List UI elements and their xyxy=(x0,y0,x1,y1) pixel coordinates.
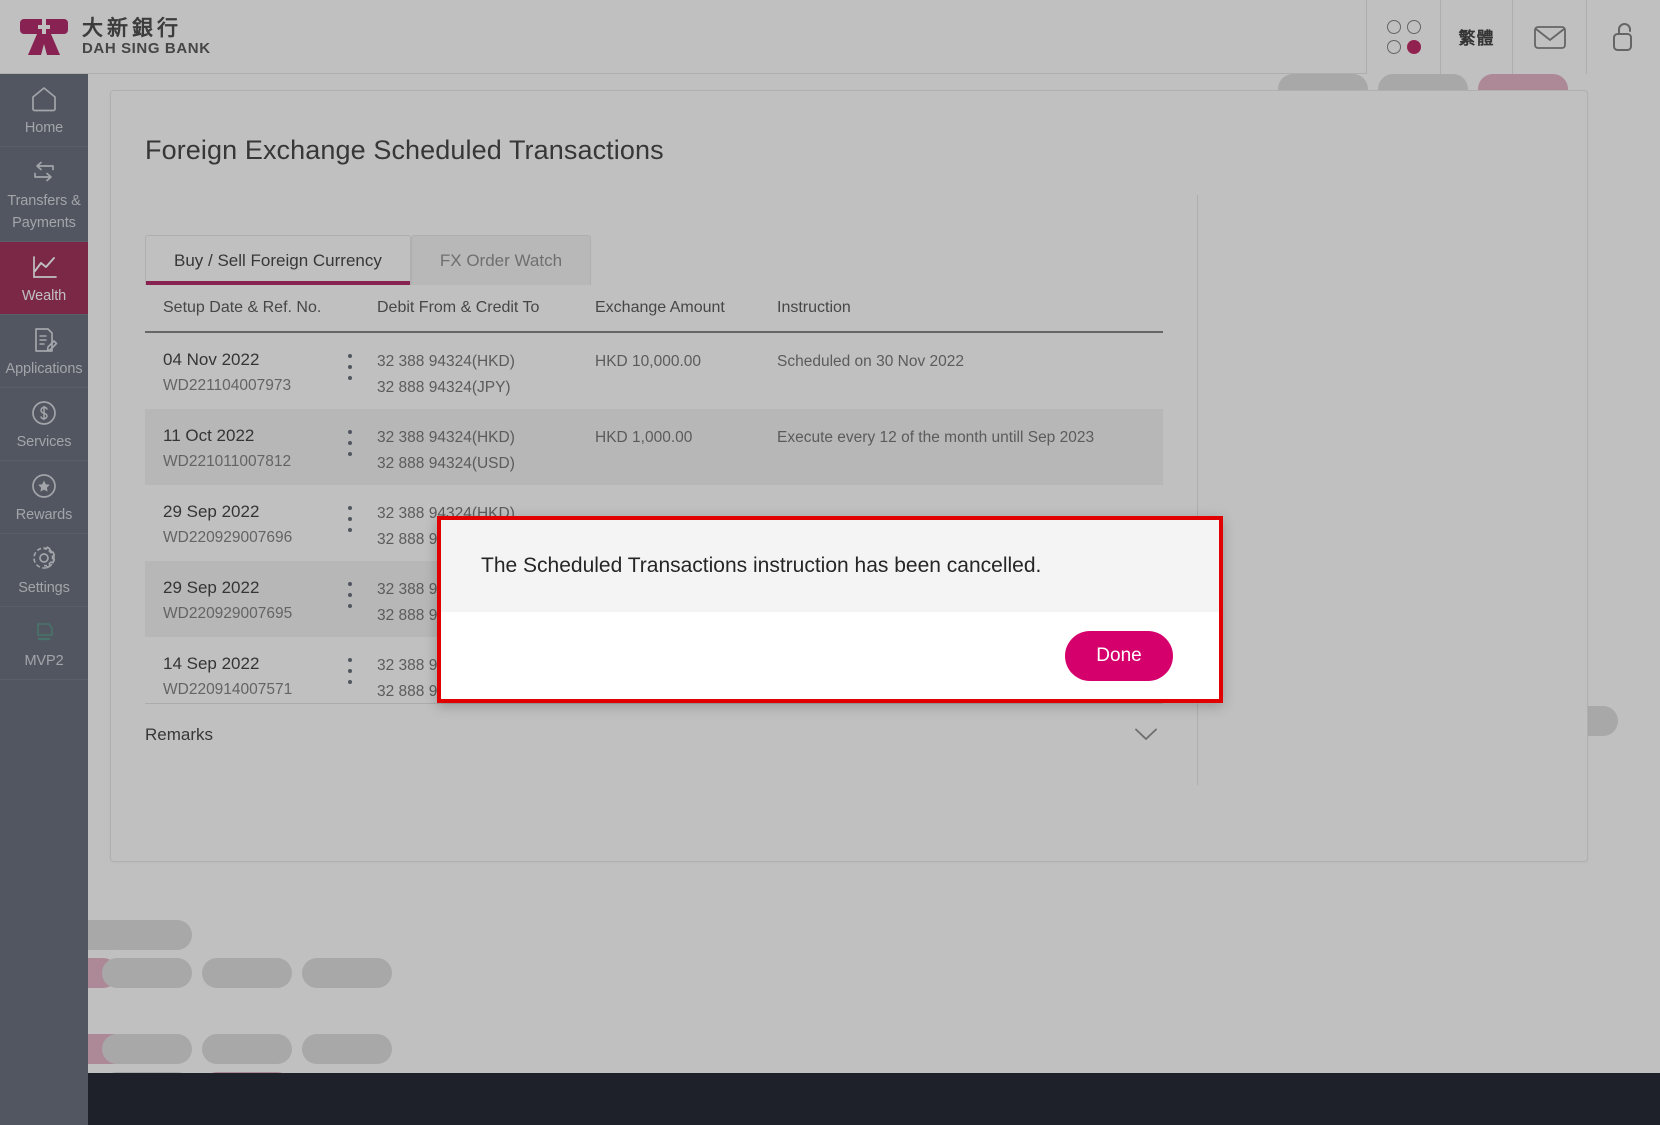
dialog-footer: Done xyxy=(441,612,1219,699)
app-root: 大新銀行 DAH SING BANK 繁體 Home Transfers & P… xyxy=(0,0,1660,1125)
bottom-dark-strip xyxy=(88,1073,1660,1125)
dialog-message: The Scheduled Transactions instruction h… xyxy=(481,554,1042,577)
dialog-body: The Scheduled Transactions instruction h… xyxy=(441,520,1219,612)
done-button[interactable]: Done xyxy=(1065,630,1173,681)
cancellation-confirmation-dialog: The Scheduled Transactions instruction h… xyxy=(437,516,1223,703)
